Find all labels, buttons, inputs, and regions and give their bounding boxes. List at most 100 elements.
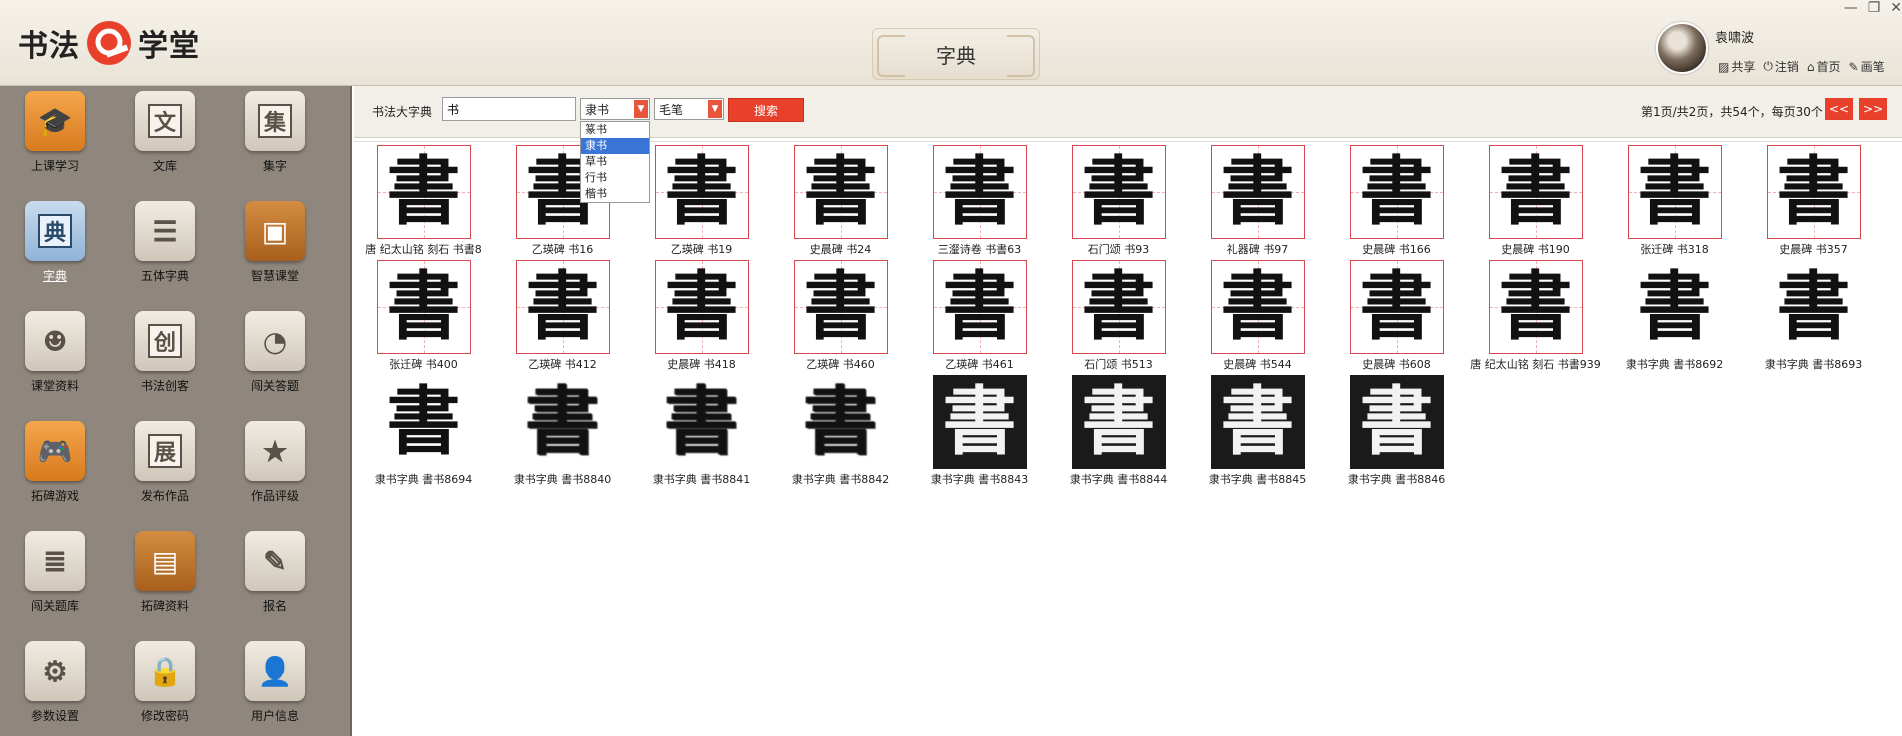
result-caption: 隶书字典 書书8840 — [513, 473, 612, 486]
result-card[interactable]: 書隶书字典 書书8842 — [771, 375, 910, 513]
sidebar-item[interactable]: 🎮 拓碑游戏 — [0, 416, 110, 526]
result-caption: 史晨碑 书608 — [1362, 358, 1431, 371]
app-logo: 书法 学堂 — [18, 18, 200, 68]
result-caption: 隶书字典 書书8692 — [1625, 358, 1724, 371]
calligraphy-glyph: 書 — [1349, 375, 1444, 469]
restore-icon[interactable]: ❐ — [1868, 0, 1881, 16]
logout-link[interactable]: ⏻ 注销 — [1763, 58, 1799, 75]
easel-icon: ▣ — [245, 201, 305, 261]
image-icon: ▨ — [1718, 59, 1730, 74]
brush-link[interactable]: ✎ 画笔 — [1849, 58, 1885, 75]
result-card[interactable]: 書隶书字典 書书8693 — [1744, 260, 1883, 398]
search-button[interactable]: 搜索 — [728, 98, 804, 122]
tile-glyph: ≣ — [43, 544, 67, 578]
result-caption: 史晨碑 书418 — [667, 358, 736, 371]
calligraphy-glyph: 書 — [1766, 145, 1861, 239]
calligraphy-glyph: 書 — [376, 145, 471, 239]
search-input[interactable] — [442, 97, 576, 121]
calligraphy-glyph: 書 — [1210, 260, 1305, 354]
result-card[interactable]: 書隶书字典 書书8841 — [632, 375, 771, 513]
glyph-character: 書 — [942, 379, 1017, 465]
main-content: 书法大字典 隶书 ▼ 篆书隶书草书行书楷书 毛笔 ▼ 搜索 第1页/共2页，共5… — [354, 86, 1902, 736]
sidebar-item-label: 文库 — [152, 159, 177, 173]
result-card[interactable]: 書隶书字典 書书8694 — [354, 375, 493, 513]
sidebar-item[interactable]: ◔ 闯关答题 — [220, 306, 330, 416]
calligraphy-glyph: 書 — [1766, 260, 1861, 354]
script-option[interactable]: 楷书 — [581, 186, 649, 202]
sidebar-item[interactable]: ✎ 报名 — [220, 526, 330, 636]
script-select[interactable]: 隶书 ▼ — [580, 98, 650, 120]
sidebar-item[interactable]: ☰ 五体字典 — [110, 196, 220, 306]
sidebar-item[interactable]: 文文库 — [110, 86, 220, 196]
result-card[interactable]: 書隶书字典 書书8845 — [1188, 375, 1327, 513]
sidebar-item[interactable]: ☻ 课堂资料 — [0, 306, 110, 416]
logo-text-right: 学堂 — [138, 29, 200, 64]
result-card[interactable]: 書隶书字典 書书8843 — [910, 375, 1049, 513]
sidebar-item[interactable]: ⚙ 参数设置 — [0, 636, 110, 736]
glyph-character: 書 — [386, 264, 461, 350]
avatar[interactable] — [1656, 22, 1708, 74]
tile-glyph: 🔒 — [147, 654, 183, 688]
result-card[interactable]: 書隶书字典 書书8844 — [1049, 375, 1188, 513]
result-caption: 隶书字典 書书8846 — [1347, 473, 1446, 486]
sidebar-item[interactable]: ★ 作品评级 — [220, 416, 330, 526]
next-page-button[interactable]: >> — [1859, 98, 1887, 120]
result-caption: 乙瑛碑 书412 — [528, 358, 597, 371]
sidebar-item[interactable]: 🎓 上课学习 — [0, 86, 110, 196]
script-option[interactable]: 隶书 — [581, 138, 649, 154]
chevron-down-icon: ▼ — [634, 100, 648, 118]
script-option[interactable]: 草书 — [581, 154, 649, 170]
sidebar-item-label: 课堂资料 — [30, 379, 79, 393]
search-label: 书法大字典 — [372, 105, 433, 119]
zhan-character-icon: 展 — [135, 421, 195, 481]
result-card[interactable]: 書隶书字典 書书8692 — [1605, 260, 1744, 398]
share-link[interactable]: ▨ 共享 — [1718, 58, 1755, 75]
sidebar-item[interactable]: 典字典 — [0, 196, 110, 306]
sidebar-item[interactable]: 👤 用户信息 — [220, 636, 330, 736]
script-dropdown: 篆书 隶书 草书 行书 楷书 — [580, 121, 650, 203]
calligraphy-glyph: 書 — [1488, 145, 1583, 239]
result-card[interactable]: 書隶书字典 書书8846 — [1327, 375, 1466, 513]
results-grid: 書唐 纪太山铭 刻石 书書8 書乙瑛碑 书16 書乙瑛碑 书19 書史晨碑 书24 書三… — [354, 141, 1902, 736]
calligraphy-glyph: 書 — [1627, 145, 1722, 239]
close-icon[interactable]: ✕ — [1890, 0, 1902, 16]
prev-page-button[interactable]: << — [1825, 98, 1853, 120]
page-info: 第1页/共2页，共54个，每页30个 — [1641, 105, 1823, 119]
sidebar-item[interactable]: ▤ 拓碑资料 — [110, 526, 220, 636]
tile-glyph: 创 — [148, 324, 182, 358]
calligraphy-glyph: 書 — [654, 260, 749, 354]
home-link[interactable]: ⌂ 首页 — [1807, 58, 1841, 75]
result-caption: 隶书字典 書书8694 — [374, 473, 473, 486]
sidebar-item[interactable]: 创书法创客 — [110, 306, 220, 416]
glyph-character: 書 — [942, 264, 1017, 350]
script-option[interactable]: 行书 — [581, 170, 649, 186]
sidebar-item-label: 修改密码 — [140, 709, 189, 723]
chevron-down-icon: ▼ — [708, 100, 722, 118]
result-caption: 张迁碑 书318 — [1640, 243, 1709, 256]
ji-character-icon: 集 — [245, 91, 305, 151]
logout-label: 注销 — [1774, 60, 1799, 74]
sidebar-item[interactable]: ▣ 智慧课堂 — [220, 196, 330, 306]
glyph-character: 書 — [803, 264, 878, 350]
tile-glyph: 👤 — [257, 654, 293, 688]
tile-glyph: 集 — [258, 104, 292, 138]
tile-glyph: ◔ — [262, 324, 288, 358]
result-card[interactable]: 書隶书字典 書书8840 — [493, 375, 632, 513]
sidebar-item[interactable]: 展发布作品 — [110, 416, 220, 526]
calligraphy-glyph: 書 — [654, 375, 749, 469]
star-icon: ★ — [245, 421, 305, 481]
sidebar-item[interactable]: 集集字 — [220, 86, 330, 196]
script-option[interactable]: 篆书 — [581, 122, 649, 138]
sidebar-item[interactable]: 🔒 修改密码 — [110, 636, 220, 736]
result-caption: 史晨碑 书357 — [1779, 243, 1848, 256]
result-card[interactable]: 書唐 纪太山铭 刻石 书書939 — [1466, 260, 1605, 398]
calligraphy-glyph: 書 — [376, 375, 471, 469]
calligraphy-glyph: 書 — [654, 145, 749, 239]
logo-mark-icon — [87, 21, 131, 65]
sidebar-item[interactable]: ≣ 闯关题库 — [0, 526, 110, 636]
glyph-character: 書 — [942, 149, 1017, 235]
minimize-icon[interactable]: — — [1844, 0, 1858, 16]
tile-glyph: ✎ — [263, 544, 287, 578]
tool-select[interactable]: 毛笔 ▼ — [654, 98, 724, 120]
result-caption: 乙瑛碑 书19 — [670, 243, 733, 256]
